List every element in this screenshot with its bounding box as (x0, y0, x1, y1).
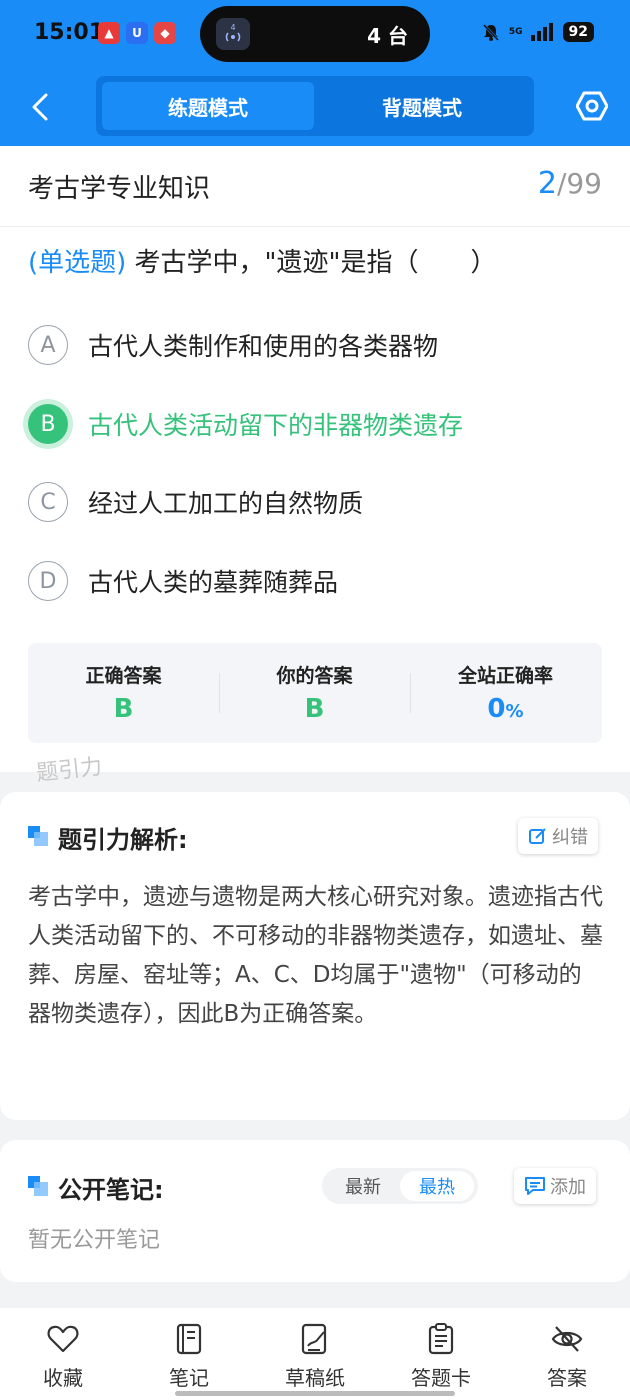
question-card: (单选题) 考古学中，"遗迹"是指（ ） A 古代人类制作和使用的各类器物 B … (0, 227, 630, 772)
status-right: 5G 92 (481, 22, 594, 42)
answer-summary: 正确答案 B 你的答案 B 全站正确率 0% (28, 643, 602, 743)
option-letter: B (28, 404, 68, 444)
mute-bell-icon (482, 24, 499, 41)
option-c[interactable]: C 经过人工加工的自然物质 (28, 480, 363, 524)
section-icon (28, 826, 50, 848)
accuracy-rate-label: 全站正确率 (457, 665, 553, 687)
question-type: (单选题) (28, 248, 127, 278)
app-notification-icon: U (126, 22, 148, 44)
report-error-button[interactable]: 纠错 (518, 818, 598, 854)
accuracy-rate-block: 全站正确率 0% (410, 643, 601, 743)
tab-practice-mode[interactable]: 练题模式 (102, 82, 314, 130)
watermark: 题引力 (35, 754, 104, 787)
nav-favorite[interactable]: 收藏 (8, 1322, 118, 1391)
accuracy-rate-number: 0 (487, 694, 506, 724)
question-progress: 2/99 (538, 166, 602, 201)
your-answer-value: B (304, 694, 325, 724)
nav-label: 收藏 (43, 1366, 83, 1390)
option-text: 古代人类的墓葬随葬品 (88, 568, 339, 597)
nav-draft[interactable]: 草稿纸 (260, 1322, 370, 1391)
correct-answer-block: 正确答案 B (28, 643, 219, 743)
notes-sort-toggle: 最新 最热 (322, 1168, 478, 1204)
app-notification-icon: ◆ (154, 22, 176, 44)
nav-label: 答案 (547, 1366, 587, 1390)
network-type: 5G (508, 27, 523, 37)
signal-icon (530, 23, 553, 41)
sort-hottest[interactable]: 最热 (400, 1171, 474, 1201)
nav-label: 笔记 (169, 1366, 209, 1390)
mode-tabs: 练题模式 背题模式 (96, 76, 534, 136)
nav-answer-card[interactable]: 答题卡 (386, 1322, 496, 1391)
notes-title: 公开笔记: (58, 1176, 164, 1204)
sort-latest[interactable]: 最新 (326, 1171, 400, 1201)
notes-card: 公开笔记: 最新 最热 添加 暂无公开笔记 (0, 1140, 630, 1282)
dynamic-island: 4 4 台 (200, 6, 430, 62)
report-error-label: 纠错 (552, 827, 588, 848)
progress-current: 2 (537, 166, 557, 201)
back-icon[interactable] (28, 92, 52, 122)
option-b[interactable]: B 古代人类活动留下的非器物类遗存 (28, 402, 463, 446)
edit-icon (529, 828, 546, 844)
add-note-button[interactable]: 添加 (514, 1168, 596, 1204)
analysis-card: 题引力解析: 纠错 考古学中，遗迹与遗物是两大核心研究对象。遗迹指古代人类活动留… (0, 792, 630, 1120)
title-bar: 考古学专业知识 2/99 (0, 146, 630, 227)
bottom-nav: 收藏 笔记 草稿纸 答题卡 答案 (0, 1308, 630, 1400)
draft-icon (301, 1323, 327, 1355)
question-stem: 考古学中，"遗迹"是指（ ） (126, 248, 497, 278)
option-text: 经过人工加工的自然物质 (88, 489, 364, 518)
option-letter: A (28, 325, 68, 365)
island-badge: 4 (230, 23, 235, 32)
settings-icon[interactable] (576, 90, 608, 122)
your-answer-label: 你的答案 (276, 665, 353, 687)
correct-answer-value: B (113, 694, 134, 724)
analysis-text: 考古学中，遗迹与遗物是两大核心研究对象。遗迹指古代人类活动留下的、不可移动的非器… (28, 884, 603, 1027)
status-app-icons: ▲ U ◆ (98, 22, 176, 44)
nav-notes[interactable]: 笔记 (134, 1322, 244, 1391)
island-text: 4 台 (367, 24, 408, 48)
accuracy-rate-unit: % (505, 701, 524, 722)
option-text: 古代人类制作和使用的各类器物 (88, 332, 439, 361)
eye-off-icon (551, 1326, 583, 1352)
analysis-title: 题引力解析: (58, 826, 188, 854)
notebook-icon (176, 1323, 202, 1355)
section-icon (28, 1176, 50, 1198)
option-d[interactable]: D 古代人类的墓葬随葬品 (28, 559, 338, 603)
broadcast-icon: 4 (216, 18, 250, 50)
accuracy-rate-value: 0% (410, 694, 601, 724)
correct-answer-label: 正确答案 (85, 665, 162, 687)
add-note-label: 添加 (550, 1177, 586, 1198)
option-a[interactable]: A 古代人类制作和使用的各类器物 (28, 323, 438, 367)
nav-label: 答题卡 (411, 1366, 471, 1390)
empty-notes-text: 暂无公开笔记 (28, 1228, 161, 1253)
tab-memorize-mode[interactable]: 背题模式 (316, 82, 528, 130)
progress-total: /99 (556, 167, 602, 200)
question-text: (单选题) 考古学中，"遗迹"是指（ ） (28, 243, 608, 283)
nav-answer[interactable]: 答案 (512, 1322, 622, 1391)
your-answer-block: 你的答案 B (219, 643, 410, 743)
status-time: 15:01 (34, 20, 105, 45)
header: 15:01 ▲ U ◆ 4 4 台 5G 92 练题模式 背题模式 (0, 0, 630, 146)
battery-level: 92 (562, 22, 594, 42)
option-text: 古代人类活动留下的非器物类遗存 (88, 411, 464, 440)
nav-label: 草稿纸 (285, 1366, 345, 1390)
option-letter: C (28, 482, 68, 522)
comment-icon (525, 1177, 545, 1195)
home-indicator (175, 1391, 455, 1396)
answer-card-icon (428, 1323, 454, 1355)
app-notification-icon: ▲ (98, 22, 120, 44)
heart-icon (47, 1325, 79, 1353)
option-letter: D (28, 561, 68, 601)
page-title: 考古学专业知识 (28, 174, 211, 204)
